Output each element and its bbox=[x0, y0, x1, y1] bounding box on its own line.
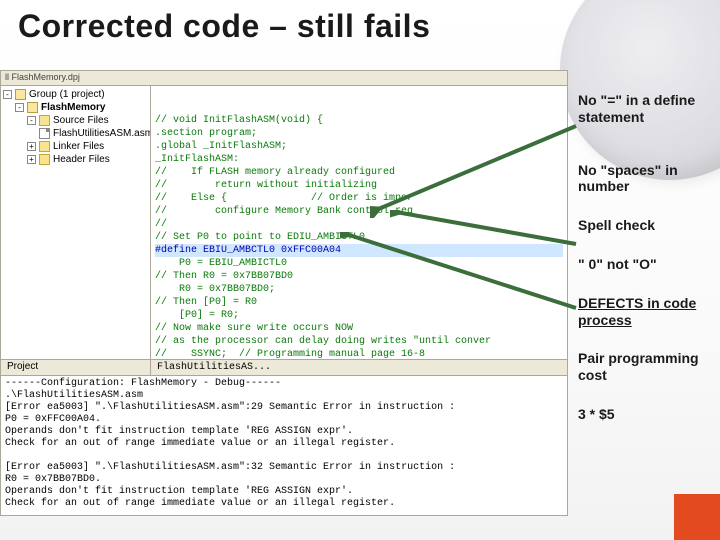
tree-label: FlashUtilitiesASM.asm bbox=[53, 128, 150, 139]
collapse-icon[interactable]: - bbox=[3, 90, 12, 99]
slide: Corrected code – still fails ll FlashMem… bbox=[0, 0, 720, 540]
project-sidebar: - Group (1 project) - FlashMemory - Sour… bbox=[1, 86, 151, 375]
code-content: // void InitFlashASM(void) {.section pro… bbox=[151, 112, 567, 363]
build-output[interactable]: ------Configuration: FlashMemory - Debug… bbox=[0, 376, 568, 516]
ide-window: ll FlashMemory.dpj - Group (1 project) -… bbox=[0, 70, 568, 520]
decorative-square bbox=[674, 494, 720, 540]
tree-label: Source Files bbox=[53, 115, 109, 126]
folder-icon bbox=[39, 141, 50, 152]
tree-file-asm[interactable]: FlashUtilitiesASM.asm bbox=[3, 127, 148, 140]
project-icon bbox=[27, 102, 38, 113]
note-zero-not-o: " 0" not "O" bbox=[578, 256, 714, 273]
tree-label: Linker Files bbox=[53, 141, 104, 152]
annotation-column: No "=" in a define statement No "spaces"… bbox=[578, 92, 714, 445]
slide-title: Corrected code – still fails bbox=[18, 8, 430, 45]
note-defects: DEFECTS in code process bbox=[578, 295, 714, 329]
note-no-spaces: No "spaces" in number bbox=[578, 162, 714, 196]
code-editor[interactable]: // void InitFlashASM(void) {.section pro… bbox=[151, 86, 567, 375]
tree-group[interactable]: - Group (1 project) bbox=[3, 88, 148, 101]
project-tree[interactable]: - Group (1 project) - FlashMemory - Sour… bbox=[1, 86, 150, 359]
ide-titlebar: ll FlashMemory.dpj bbox=[0, 70, 568, 86]
expand-icon[interactable]: + bbox=[27, 155, 36, 164]
folder-icon bbox=[39, 115, 50, 126]
note-pair-cost: Pair programming cost bbox=[578, 350, 714, 384]
collapse-icon[interactable]: - bbox=[27, 116, 36, 125]
tree-folder-header[interactable]: + Header Files bbox=[3, 153, 148, 166]
collapse-icon[interactable]: - bbox=[15, 103, 24, 112]
tree-folder-linker[interactable]: + Linker Files bbox=[3, 140, 148, 153]
note-cost-value: 3 * $5 bbox=[578, 406, 714, 423]
expand-icon[interactable]: + bbox=[27, 142, 36, 151]
ide-body: - Group (1 project) - FlashMemory - Sour… bbox=[0, 86, 568, 376]
folder-icon bbox=[39, 154, 50, 165]
file-icon bbox=[39, 128, 50, 139]
editor-file-tab[interactable]: FlashUtilitiesAS... bbox=[151, 359, 567, 375]
project-tab[interactable]: Project bbox=[1, 359, 150, 375]
tree-label: Group (1 project) bbox=[29, 89, 105, 100]
project-group-icon bbox=[15, 89, 26, 100]
tree-label: FlashMemory bbox=[41, 102, 105, 113]
tree-project[interactable]: - FlashMemory bbox=[3, 101, 148, 114]
note-no-equals: No "=" in a define statement bbox=[578, 92, 714, 126]
note-spell-check: Spell check bbox=[578, 217, 714, 234]
tree-label: Header Files bbox=[53, 154, 110, 165]
tree-folder-source[interactable]: - Source Files bbox=[3, 114, 148, 127]
